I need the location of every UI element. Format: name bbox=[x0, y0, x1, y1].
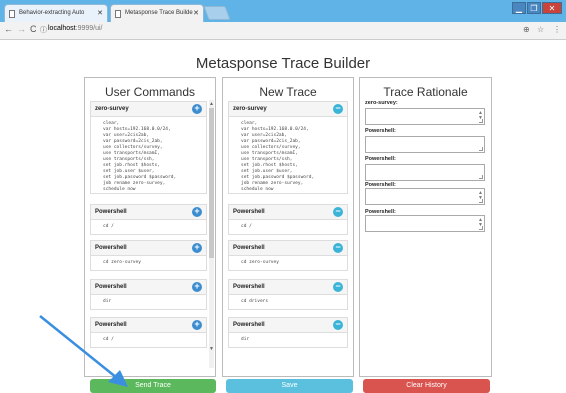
clear-history-button[interactable]: Clear History bbox=[363, 379, 490, 393]
window-close-button[interactable]: ✕ bbox=[542, 2, 562, 14]
command-panel[interactable]: zero-survey + clear, var hosts=192.168.0.… bbox=[90, 101, 207, 194]
scrollbar-thumb[interactable] bbox=[209, 108, 214, 258]
back-icon[interactable]: ← bbox=[4, 24, 13, 34]
rationale-input[interactable]: ▲ ▼ bbox=[365, 215, 485, 232]
panel-code: dir bbox=[241, 337, 250, 342]
panel-title: Powershell bbox=[95, 209, 127, 215]
trace-panel[interactable]: Powershell − cd / bbox=[228, 204, 348, 235]
remove-icon[interactable]: − bbox=[333, 282, 343, 292]
rationale-input[interactable] bbox=[365, 136, 485, 153]
command-panel[interactable]: Powershell + cd zero-survey bbox=[90, 240, 207, 271]
address-bar: ← → C ⓘ localhost:9999/ui/ ⊕ ☆ ⋮ bbox=[0, 22, 566, 40]
user-commands-heading: User Commands bbox=[104, 85, 196, 99]
tab-label: Metasponse Trace Builde bbox=[125, 10, 193, 16]
annotation-arrow-icon bbox=[39, 315, 128, 387]
panel-code: cd drivers bbox=[241, 299, 269, 304]
panel-title: Powershell bbox=[95, 284, 127, 290]
panel-code: clear, var hosts=192.168.0.0/24, var use… bbox=[103, 121, 177, 192]
remove-icon[interactable]: − bbox=[333, 104, 343, 114]
panel-title: Powershell bbox=[95, 245, 127, 251]
tab-metasponse[interactable]: Metasponse Trace Builde ✕ bbox=[110, 4, 204, 22]
command-panel[interactable]: Powershell + cd / bbox=[90, 204, 207, 235]
url-field[interactable]: localhost:9999/ui/ bbox=[48, 25, 103, 32]
page-title: Metasponse Trace Builder bbox=[195, 55, 371, 72]
panel-title: Powershell bbox=[233, 209, 265, 215]
trace-panel[interactable]: Powershell − cd drivers bbox=[228, 279, 348, 310]
panel-code: cd / bbox=[241, 224, 252, 229]
trace-panel[interactable]: Powershell − cd zero-survey bbox=[228, 240, 348, 271]
rationale-input[interactable]: ▲ ▼ bbox=[365, 188, 485, 205]
rationale-input[interactable]: ▲ ▼ bbox=[365, 108, 485, 125]
panel-code: cd zero-survey bbox=[103, 260, 141, 265]
trace-rationale-heading: Trace Rationale bbox=[383, 85, 468, 99]
trace-panel[interactable]: zero-survey − clear, var hosts=192.168.0.… bbox=[228, 101, 348, 194]
forward-icon[interactable]: → bbox=[17, 24, 26, 34]
close-icon[interactable]: ✕ bbox=[97, 9, 103, 17]
panel-title: zero-survey bbox=[95, 106, 129, 112]
document-icon bbox=[115, 10, 121, 18]
rationale-label: Powershell: bbox=[365, 128, 396, 134]
trace-rationale-column: Trace Rationale zero-survey: ▲ ▼ Powershe… bbox=[359, 77, 492, 377]
panel-title: Powershell bbox=[233, 284, 265, 290]
new-trace-column: New Trace zero-survey − clear, var hosts=… bbox=[222, 77, 354, 377]
new-trace-heading: New Trace bbox=[259, 85, 317, 99]
tab-label: Behavior-extracting Auto bbox=[19, 10, 85, 16]
close-icon[interactable]: ✕ bbox=[193, 9, 199, 17]
bookmark-star-icon[interactable]: ☆ bbox=[537, 25, 544, 34]
add-icon[interactable]: + bbox=[192, 207, 202, 217]
add-icon[interactable]: + bbox=[192, 243, 202, 253]
zoom-icon[interactable]: ⊕ bbox=[523, 25, 530, 34]
rationale-label: Powershell: bbox=[365, 156, 396, 162]
info-icon: ⓘ bbox=[40, 27, 47, 34]
reload-icon[interactable]: C bbox=[30, 24, 37, 34]
scroll-up-icon[interactable]: ▲ bbox=[209, 101, 214, 107]
trace-panel[interactable]: Powershell − dir bbox=[228, 317, 348, 348]
maximize-button[interactable]: ❐ bbox=[527, 2, 541, 14]
tab-behavior-extracting[interactable]: Behavior-extracting Auto ✕ bbox=[4, 4, 108, 22]
add-icon[interactable]: + bbox=[192, 320, 202, 330]
document-icon bbox=[9, 10, 15, 18]
panel-title: Powershell bbox=[233, 322, 265, 328]
add-icon[interactable]: + bbox=[192, 104, 202, 114]
add-icon[interactable]: + bbox=[192, 282, 202, 292]
scroll-down-icon[interactable]: ▼ bbox=[209, 346, 214, 352]
save-button[interactable]: Save bbox=[226, 379, 353, 393]
panel-code: clear, var hosts=192.168.0.0/24, var use… bbox=[241, 121, 315, 192]
panel-code: cd zero-survey bbox=[241, 260, 279, 265]
command-panel[interactable]: Powershell + dir bbox=[90, 279, 207, 310]
new-tab-button[interactable] bbox=[203, 6, 231, 20]
remove-icon[interactable]: − bbox=[333, 207, 343, 217]
panel-code: cd / bbox=[103, 224, 114, 229]
menu-icon[interactable]: ⋮ bbox=[553, 25, 561, 34]
rationale-label: zero-survey: bbox=[365, 100, 398, 106]
panel-code: dir bbox=[103, 299, 112, 304]
panel-title: zero-survey bbox=[233, 106, 267, 112]
remove-icon[interactable]: − bbox=[333, 243, 343, 253]
minimize-button[interactable]: ▁ bbox=[512, 2, 526, 14]
remove-icon[interactable]: − bbox=[333, 320, 343, 330]
rationale-input[interactable] bbox=[365, 164, 485, 181]
panel-title: Powershell bbox=[233, 245, 265, 251]
